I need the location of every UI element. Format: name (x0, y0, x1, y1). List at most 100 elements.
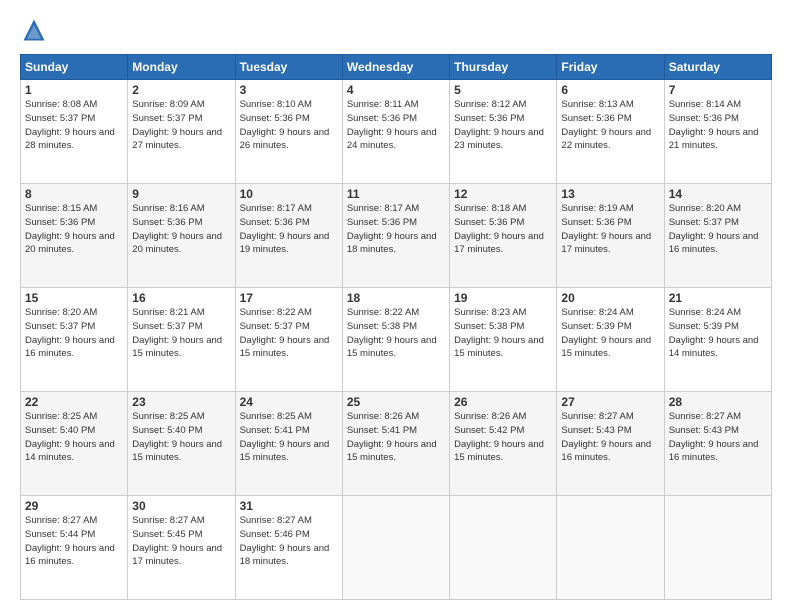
daylight-label: Daylight: 9 hours and 22 minutes. (561, 127, 651, 152)
calendar-cell: 23 Sunrise: 8:25 AM Sunset: 5:40 PM Dayl… (128, 392, 235, 496)
day-number: 2 (132, 83, 230, 97)
sunrise-label: Sunrise: 8:10 AM (240, 99, 312, 110)
sunrise-label: Sunrise: 8:19 AM (561, 203, 633, 214)
day-info: Sunrise: 8:20 AM Sunset: 5:37 PM Dayligh… (669, 202, 767, 257)
sunset-label: Sunset: 5:43 PM (669, 425, 739, 436)
day-info: Sunrise: 8:25 AM Sunset: 5:40 PM Dayligh… (25, 410, 123, 465)
sunrise-label: Sunrise: 8:27 AM (25, 515, 97, 526)
sunrise-label: Sunrise: 8:27 AM (669, 411, 741, 422)
day-info: Sunrise: 8:26 AM Sunset: 5:42 PM Dayligh… (454, 410, 552, 465)
sunset-label: Sunset: 5:46 PM (240, 529, 310, 540)
daylight-label: Daylight: 9 hours and 18 minutes. (240, 543, 330, 568)
day-info: Sunrise: 8:22 AM Sunset: 5:37 PM Dayligh… (240, 306, 338, 361)
sunset-label: Sunset: 5:40 PM (25, 425, 95, 436)
calendar-cell: 28 Sunrise: 8:27 AM Sunset: 5:43 PM Dayl… (664, 392, 771, 496)
day-info: Sunrise: 8:27 AM Sunset: 5:43 PM Dayligh… (669, 410, 767, 465)
sunset-label: Sunset: 5:38 PM (347, 321, 417, 332)
day-info: Sunrise: 8:27 AM Sunset: 5:45 PM Dayligh… (132, 514, 230, 569)
calendar-week-row: 15 Sunrise: 8:20 AM Sunset: 5:37 PM Dayl… (21, 288, 772, 392)
daylight-label: Daylight: 9 hours and 14 minutes. (669, 335, 759, 360)
day-number: 24 (240, 395, 338, 409)
daylight-label: Daylight: 9 hours and 15 minutes. (240, 335, 330, 360)
daylight-label: Daylight: 9 hours and 17 minutes. (454, 231, 544, 256)
daylight-label: Daylight: 9 hours and 16 minutes. (669, 439, 759, 464)
day-number: 10 (240, 187, 338, 201)
day-info: Sunrise: 8:21 AM Sunset: 5:37 PM Dayligh… (132, 306, 230, 361)
day-header: Tuesday (235, 55, 342, 80)
daylight-label: Daylight: 9 hours and 18 minutes. (347, 231, 437, 256)
day-header: Wednesday (342, 55, 449, 80)
daylight-label: Daylight: 9 hours and 27 minutes. (132, 127, 222, 152)
day-info: Sunrise: 8:11 AM Sunset: 5:36 PM Dayligh… (347, 98, 445, 153)
calendar-cell: 25 Sunrise: 8:26 AM Sunset: 5:41 PM Dayl… (342, 392, 449, 496)
calendar-cell: 31 Sunrise: 8:27 AM Sunset: 5:46 PM Dayl… (235, 496, 342, 600)
sunrise-label: Sunrise: 8:17 AM (240, 203, 312, 214)
sunrise-label: Sunrise: 8:15 AM (25, 203, 97, 214)
day-info: Sunrise: 8:18 AM Sunset: 5:36 PM Dayligh… (454, 202, 552, 257)
daylight-label: Daylight: 9 hours and 15 minutes. (561, 335, 651, 360)
day-header: Friday (557, 55, 664, 80)
daylight-label: Daylight: 9 hours and 15 minutes. (347, 335, 437, 360)
sunrise-label: Sunrise: 8:14 AM (669, 99, 741, 110)
calendar-week-row: 22 Sunrise: 8:25 AM Sunset: 5:40 PM Dayl… (21, 392, 772, 496)
sunrise-label: Sunrise: 8:22 AM (347, 307, 419, 318)
logo-icon (20, 16, 48, 44)
calendar-table: SundayMondayTuesdayWednesdayThursdayFrid… (20, 54, 772, 600)
sunset-label: Sunset: 5:41 PM (240, 425, 310, 436)
sunset-label: Sunset: 5:37 PM (669, 217, 739, 228)
day-info: Sunrise: 8:17 AM Sunset: 5:36 PM Dayligh… (240, 202, 338, 257)
calendar-cell: 17 Sunrise: 8:22 AM Sunset: 5:37 PM Dayl… (235, 288, 342, 392)
day-info: Sunrise: 8:24 AM Sunset: 5:39 PM Dayligh… (669, 306, 767, 361)
sunrise-label: Sunrise: 8:25 AM (132, 411, 204, 422)
calendar-cell: 11 Sunrise: 8:17 AM Sunset: 5:36 PM Dayl… (342, 184, 449, 288)
sunset-label: Sunset: 5:42 PM (454, 425, 524, 436)
calendar-cell: 19 Sunrise: 8:23 AM Sunset: 5:38 PM Dayl… (450, 288, 557, 392)
logo (20, 16, 52, 44)
daylight-label: Daylight: 9 hours and 15 minutes. (132, 335, 222, 360)
day-number: 4 (347, 83, 445, 97)
daylight-label: Daylight: 9 hours and 24 minutes. (347, 127, 437, 152)
daylight-label: Daylight: 9 hours and 26 minutes. (240, 127, 330, 152)
sunset-label: Sunset: 5:36 PM (240, 113, 310, 124)
day-number: 11 (347, 187, 445, 201)
calendar-cell (664, 496, 771, 600)
sunrise-label: Sunrise: 8:18 AM (454, 203, 526, 214)
calendar-cell: 12 Sunrise: 8:18 AM Sunset: 5:36 PM Dayl… (450, 184, 557, 288)
daylight-label: Daylight: 9 hours and 15 minutes. (240, 439, 330, 464)
daylight-label: Daylight: 9 hours and 21 minutes. (669, 127, 759, 152)
calendar-cell (342, 496, 449, 600)
day-number: 22 (25, 395, 123, 409)
calendar-cell: 1 Sunrise: 8:08 AM Sunset: 5:37 PM Dayli… (21, 80, 128, 184)
calendar-cell: 9 Sunrise: 8:16 AM Sunset: 5:36 PM Dayli… (128, 184, 235, 288)
daylight-label: Daylight: 9 hours and 20 minutes. (25, 231, 115, 256)
calendar-cell: 7 Sunrise: 8:14 AM Sunset: 5:36 PM Dayli… (664, 80, 771, 184)
sunset-label: Sunset: 5:37 PM (25, 113, 95, 124)
day-number: 27 (561, 395, 659, 409)
sunset-label: Sunset: 5:36 PM (561, 113, 631, 124)
calendar-header-row: SundayMondayTuesdayWednesdayThursdayFrid… (21, 55, 772, 80)
day-info: Sunrise: 8:25 AM Sunset: 5:40 PM Dayligh… (132, 410, 230, 465)
calendar-cell: 20 Sunrise: 8:24 AM Sunset: 5:39 PM Dayl… (557, 288, 664, 392)
day-number: 23 (132, 395, 230, 409)
sunset-label: Sunset: 5:38 PM (454, 321, 524, 332)
sunset-label: Sunset: 5:41 PM (347, 425, 417, 436)
calendar-cell: 30 Sunrise: 8:27 AM Sunset: 5:45 PM Dayl… (128, 496, 235, 600)
sunrise-label: Sunrise: 8:24 AM (669, 307, 741, 318)
sunrise-label: Sunrise: 8:27 AM (132, 515, 204, 526)
calendar-week-row: 1 Sunrise: 8:08 AM Sunset: 5:37 PM Dayli… (21, 80, 772, 184)
day-info: Sunrise: 8:14 AM Sunset: 5:36 PM Dayligh… (669, 98, 767, 153)
day-number: 19 (454, 291, 552, 305)
sunset-label: Sunset: 5:44 PM (25, 529, 95, 540)
day-number: 5 (454, 83, 552, 97)
day-number: 26 (454, 395, 552, 409)
daylight-label: Daylight: 9 hours and 15 minutes. (347, 439, 437, 464)
day-info: Sunrise: 8:23 AM Sunset: 5:38 PM Dayligh… (454, 306, 552, 361)
sunrise-label: Sunrise: 8:20 AM (25, 307, 97, 318)
day-info: Sunrise: 8:27 AM Sunset: 5:44 PM Dayligh… (25, 514, 123, 569)
sunset-label: Sunset: 5:45 PM (132, 529, 202, 540)
calendar-cell: 18 Sunrise: 8:22 AM Sunset: 5:38 PM Dayl… (342, 288, 449, 392)
daylight-label: Daylight: 9 hours and 19 minutes. (240, 231, 330, 256)
calendar-cell (450, 496, 557, 600)
daylight-label: Daylight: 9 hours and 28 minutes. (25, 127, 115, 152)
sunset-label: Sunset: 5:36 PM (240, 217, 310, 228)
